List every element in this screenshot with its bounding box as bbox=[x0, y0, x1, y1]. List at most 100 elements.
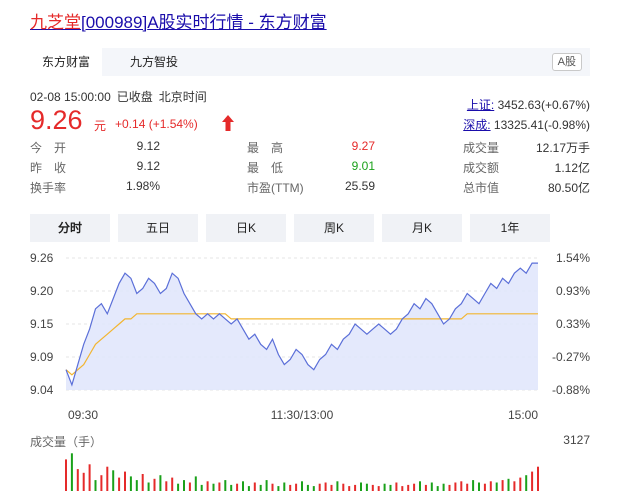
volume-bar bbox=[507, 478, 510, 491]
volume-bar bbox=[395, 482, 398, 491]
volume-bar bbox=[525, 475, 528, 491]
stat-value: 9.01 bbox=[351, 159, 375, 173]
volume-bar bbox=[129, 476, 132, 491]
index-shenzhen-value: 13325.41(-0.98%) bbox=[493, 118, 590, 132]
volume-bar bbox=[289, 484, 292, 491]
volume-bar bbox=[242, 481, 244, 491]
price-change: +0.14 (+1.54%) bbox=[115, 117, 198, 131]
volume-bar bbox=[537, 466, 539, 491]
pct-tick-label: 0.93% bbox=[556, 284, 590, 298]
volume-bar bbox=[360, 482, 362, 491]
volume-bar bbox=[124, 471, 126, 491]
timezone: 北京时间 bbox=[158, 90, 207, 104]
volume-bar bbox=[501, 480, 504, 491]
volume-bar bbox=[194, 476, 197, 491]
volume-bar bbox=[65, 459, 67, 491]
volume-bar bbox=[472, 480, 475, 491]
volume-bar bbox=[442, 483, 445, 491]
volume-bar bbox=[454, 482, 457, 491]
volume-bar bbox=[424, 484, 427, 491]
stat-value: 9.27 bbox=[351, 139, 375, 153]
index-shenzhen-link[interactable]: 深成: bbox=[463, 118, 490, 132]
range-weekly-k[interactable]: 周K bbox=[294, 214, 374, 242]
volume-bar bbox=[82, 472, 85, 491]
volume-bar bbox=[283, 482, 286, 491]
volume-bar bbox=[301, 481, 303, 491]
stock-name[interactable]: 九芝堂 bbox=[30, 13, 81, 32]
volume-bar bbox=[401, 486, 404, 491]
stat-label: 成交额 bbox=[463, 161, 500, 175]
volume-bar bbox=[76, 469, 79, 491]
volume-bar bbox=[230, 484, 233, 491]
pct-tick-label: 0.33% bbox=[556, 317, 590, 331]
index-shanghai-link[interactable]: 上证: bbox=[467, 98, 494, 112]
x-tick-label: 11:30/13:00 bbox=[271, 408, 334, 422]
volume-bar bbox=[106, 466, 109, 491]
volume-bar bbox=[312, 486, 315, 491]
current-price: 9.26 bbox=[30, 105, 83, 135]
volume-bar bbox=[295, 483, 298, 491]
intraday-chart[interactable]: 9.26 9.20 9.15 9.09 9.04 1.54% 0.93% 0.3… bbox=[0, 248, 635, 491]
volume-bar bbox=[318, 483, 321, 491]
market-status: 已收盘 bbox=[116, 90, 153, 104]
range-daily-k[interactable]: 日K bbox=[206, 214, 286, 242]
stat-value: 25.59 bbox=[344, 179, 375, 193]
volume-bar bbox=[383, 483, 386, 491]
up-arrow-icon bbox=[222, 115, 234, 131]
stats-row: 今 开 9.12 最 高 9.27 成交量 12.17万手 bbox=[30, 139, 590, 157]
volume-bar bbox=[171, 477, 174, 491]
x-tick-label: 15:00 bbox=[508, 408, 538, 422]
volume-bar bbox=[342, 483, 345, 491]
volume-bar bbox=[478, 482, 480, 491]
stat-value: 12.17万手 bbox=[535, 141, 590, 155]
tab-jiufang[interactable]: 九方智投 bbox=[118, 48, 190, 76]
volume-bars bbox=[65, 453, 539, 491]
volume-bar bbox=[419, 481, 421, 491]
title-rest[interactable]: A股实时行情 - 东方财富 bbox=[147, 13, 326, 32]
range-1year[interactable]: 1年 bbox=[470, 214, 550, 242]
range-monthly-k[interactable]: 月K bbox=[382, 214, 462, 242]
page-title[interactable]: 九芝堂[000989]A股实时行情 - 东方财富 bbox=[30, 8, 327, 33]
volume-bar bbox=[348, 486, 351, 491]
tab-eastmoney[interactable]: 东方财富 bbox=[30, 48, 103, 76]
volume-bar bbox=[277, 486, 280, 491]
stat-label: 总市值 bbox=[463, 181, 500, 195]
volume-bar bbox=[200, 484, 203, 491]
stat-value: 9.12 bbox=[136, 159, 160, 173]
volume-bar bbox=[306, 484, 309, 491]
volume-bar bbox=[141, 474, 144, 491]
stat-value: 1.98% bbox=[125, 179, 160, 193]
quote-date: 02-08 15:00:00 bbox=[30, 90, 111, 104]
source-tabbar: 东方财富 九方智投 A股 bbox=[30, 48, 590, 76]
a-share-badge: A股 bbox=[551, 53, 582, 71]
volume-bar bbox=[365, 483, 368, 491]
stat-label: 今 开 bbox=[30, 141, 67, 155]
stat-label: 昨 收 bbox=[30, 161, 67, 175]
pct-tick-label: 1.54% bbox=[556, 251, 590, 265]
volume-bar bbox=[147, 482, 150, 491]
pct-tick-label: -0.88% bbox=[552, 383, 590, 397]
stock-code[interactable]: [000989] bbox=[81, 13, 147, 32]
index-shenzhen: 深成: 13325.41(-0.98%) bbox=[463, 116, 590, 133]
volume-bar bbox=[218, 482, 221, 491]
volume-bar bbox=[259, 484, 262, 491]
volume-bar bbox=[224, 480, 227, 491]
volume-bar bbox=[159, 475, 162, 491]
stat-value: 1.12亿 bbox=[554, 161, 590, 175]
stat-label: 换手率 bbox=[30, 181, 67, 195]
index-shanghai: 上证: 3452.63(+0.67%) bbox=[467, 96, 590, 113]
volume-bar bbox=[407, 484, 410, 491]
range-intraday[interactable]: 分时 bbox=[30, 214, 110, 242]
volume-bar bbox=[448, 484, 451, 491]
volume-bar bbox=[436, 486, 439, 491]
stat-value: 80.50亿 bbox=[547, 181, 590, 195]
volume-bar bbox=[483, 483, 486, 491]
range-5day[interactable]: 五日 bbox=[118, 214, 198, 242]
stat-label: 市盈(TTM) bbox=[247, 181, 304, 195]
volume-max: 3127 bbox=[563, 433, 590, 447]
volume-bar bbox=[165, 481, 168, 491]
volume-bar bbox=[188, 482, 191, 491]
index-shanghai-value: 3452.63(+0.67%) bbox=[497, 98, 590, 112]
volume-bar bbox=[206, 481, 209, 491]
stat-label: 最 高 bbox=[247, 141, 284, 155]
